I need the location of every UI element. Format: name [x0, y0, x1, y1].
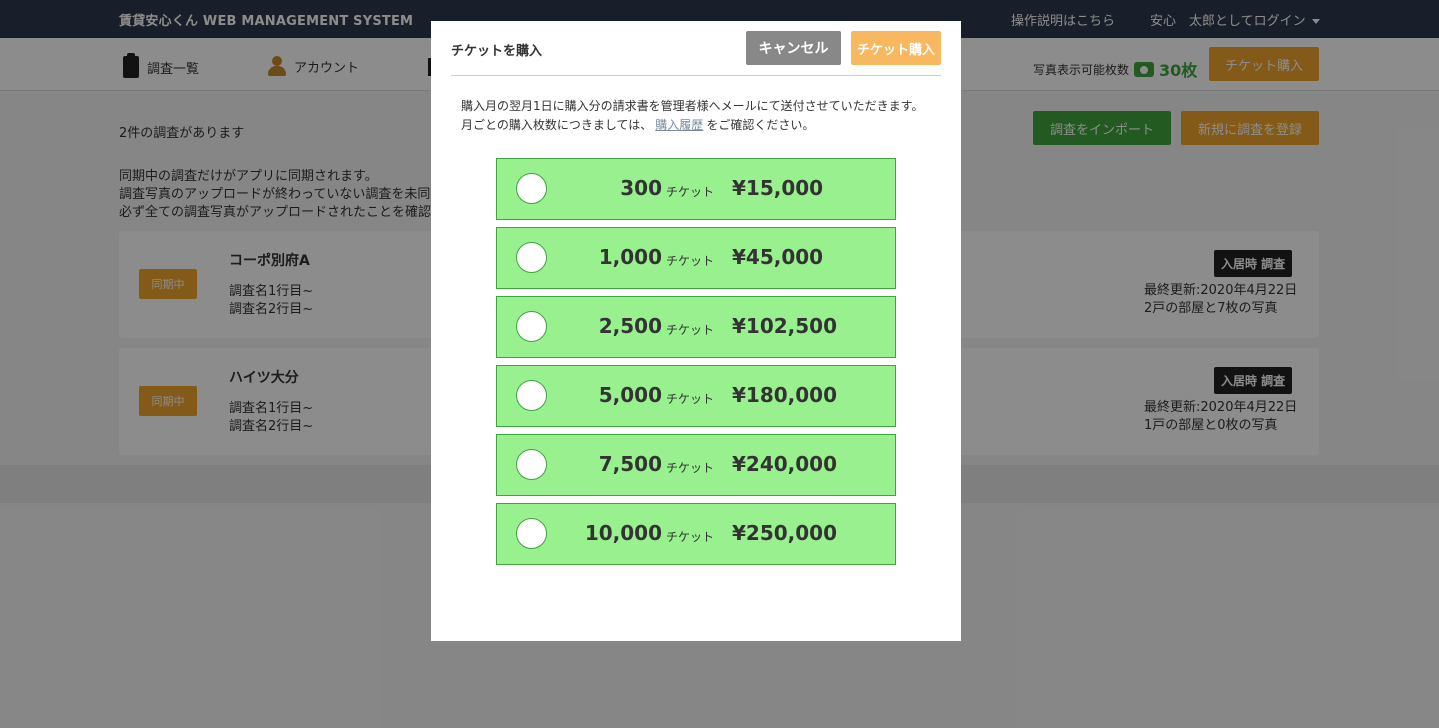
ticket-price: ¥45,000 [732, 245, 824, 269]
ticket-unit: チケット [666, 254, 715, 268]
cancel-button[interactable]: キャンセル [746, 31, 841, 65]
purchase-button[interactable]: チケット購入 [851, 31, 941, 65]
ticket-unit: チケット [666, 530, 715, 544]
modal-description: 購入月の翌月1日に購入分の請求書を管理者様へメールにて送付させていただきます。 … [461, 97, 923, 135]
radio-button[interactable] [516, 449, 547, 480]
ticket-option[interactable]: 5,000 チケット ¥180,000 [496, 365, 896, 427]
radio-button[interactable] [516, 242, 547, 273]
ticket-option[interactable]: 10,000 チケット ¥250,000 [496, 503, 896, 565]
ticket-price: ¥250,000 [732, 521, 838, 545]
radio-button[interactable] [516, 173, 547, 204]
radio-button[interactable] [516, 518, 547, 549]
ticket-quantity: 1,000 [598, 245, 662, 269]
radio-button[interactable] [516, 380, 547, 411]
purchase-history-link[interactable]: 購入履歴 [655, 118, 703, 132]
ticket-unit: チケット [666, 392, 715, 406]
ticket-price: ¥15,000 [732, 176, 824, 200]
ticket-quantity: 2,500 [598, 314, 662, 338]
desc-line: 月ごとの購入枚数につきましては、 購入履歴 をご確認ください。 [461, 116, 923, 135]
desc-line: 購入月の翌月1日に購入分の請求書を管理者様へメールにて送付させていただきます。 [461, 99, 924, 113]
ticket-unit: チケット [666, 185, 715, 199]
ticket-purchase-modal: チケットを購入 キャンセル チケット購入 購入月の翌月1日に購入分の請求書を管理… [431, 21, 961, 641]
desc-text: をご確認ください。 [706, 118, 815, 132]
ticket-price: ¥102,500 [732, 314, 838, 338]
modal-title: チケットを購入 [451, 44, 543, 59]
desc-text: 月ごとの購入枚数につきましては、 [461, 118, 653, 132]
ticket-option[interactable]: 7,500 チケット ¥240,000 [496, 434, 896, 496]
ticket-quantity: 5,000 [598, 383, 662, 407]
ticket-quantity: 10,000 [584, 521, 662, 545]
ticket-unit: チケット [666, 461, 715, 475]
ticket-quantity: 300 [620, 176, 662, 200]
ticket-option[interactable]: 300 チケット ¥15,000 [496, 158, 896, 220]
ticket-option[interactable]: 1,000 チケット ¥45,000 [496, 227, 896, 289]
ticket-price: ¥240,000 [732, 452, 838, 476]
radio-button[interactable] [516, 311, 547, 342]
ticket-option[interactable]: 2,500 チケット ¥102,500 [496, 296, 896, 358]
ticket-unit: チケット [666, 323, 715, 337]
ticket-quantity: 7,500 [598, 452, 662, 476]
ticket-price: ¥180,000 [732, 383, 838, 407]
divider [451, 75, 941, 76]
